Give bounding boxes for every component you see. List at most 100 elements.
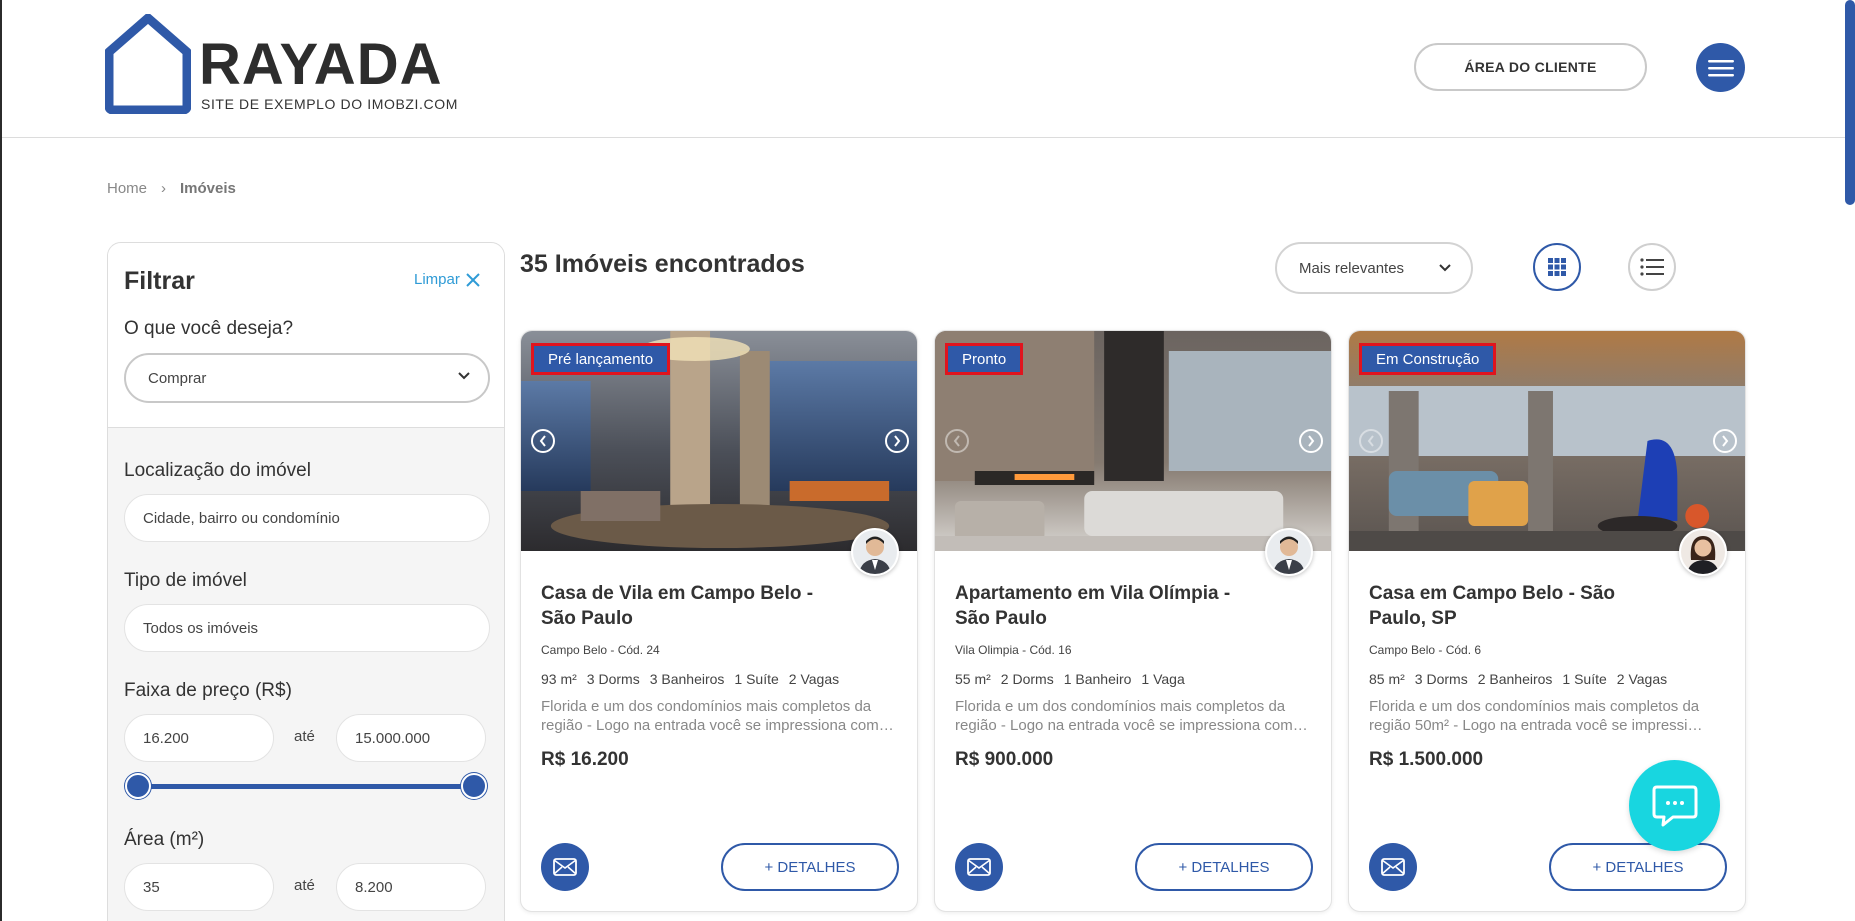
chevron-down-icon [1439, 264, 1451, 272]
price-range-label: Faixa de preço (R$) [124, 680, 292, 701]
property-feature: 2 Vagas [788, 671, 840, 687]
page: RAYADA SITE DE EXEMPLO DO IMOBZI.COM ÁRE… [0, 0, 1855, 921]
property-features: 93 m² 3 Dorms 3 Banheiros 1 Suíte 2 Vaga… [541, 671, 839, 687]
price-range-separator: até [294, 728, 315, 745]
filter-panel: Filtrar Limpar O que você deseja? Compra… [107, 242, 505, 921]
intent-select-value: Comprar [148, 369, 207, 387]
sort-select[interactable]: Mais relevantes [1275, 242, 1473, 294]
chevron-right-icon [1308, 435, 1315, 447]
property-title[interactable]: Casa de Vila em Campo Belo - São Paulo [541, 581, 841, 631]
filter-title: Filtrar [124, 267, 195, 295]
property-description: Florida e um dos condomínios mais comple… [541, 698, 894, 734]
location-label: Localização do imóvel [124, 460, 311, 481]
chat-button[interactable] [1629, 760, 1720, 851]
details-button[interactable]: + DETALHES [1135, 843, 1313, 891]
property-feature: 3 Dorms [1414, 671, 1468, 687]
property-title[interactable]: Casa em Campo Belo - São Paulo, SP [1369, 581, 1669, 631]
brand-logo[interactable]: RAYADA SITE DE EXEMPLO DO IMOBZI.COM [105, 14, 485, 114]
status-badge: Pronto [944, 343, 1024, 375]
area-range-separator: até [294, 877, 315, 894]
prev-photo-button[interactable] [531, 429, 555, 453]
property-price: R$ 1.500.000 [1369, 749, 1484, 770]
property-price: R$ 16.200 [541, 749, 629, 770]
clear-filters-button[interactable]: Limpar [414, 271, 480, 288]
prev-photo-button[interactable] [945, 429, 969, 453]
list-view-button[interactable] [1628, 243, 1676, 291]
property-feature: 2 Vagas [1616, 671, 1668, 687]
property-location-code: Vila Olimpia - Cód. 16 [955, 643, 1072, 657]
sort-select-value: Mais relevantes [1299, 259, 1405, 277]
contact-email-button[interactable] [955, 843, 1003, 891]
property-features: 55 m² 2 Dorms 1 Banheiro 1 Vaga [955, 671, 1185, 687]
property-feature: 1 Suíte [734, 671, 779, 687]
menu-button[interactable] [1696, 43, 1745, 92]
property-location-code: Campo Belo - Cód. 6 [1369, 643, 1482, 657]
property-title[interactable]: Apartamento em Vila Olímpia - São Paulo [955, 581, 1255, 631]
grid-icon [1548, 258, 1566, 276]
area-min-input[interactable]: 35 [124, 863, 274, 911]
property-card[interactable]: Pré lançamento Casa de Vila em Campo Bel… [520, 330, 918, 912]
chevron-left-icon [1367, 435, 1374, 447]
property-type-label: Tipo de imóvel [124, 570, 247, 591]
clear-filters-label: Limpar [414, 271, 460, 288]
property-description: Florida e um dos condomínios mais comple… [1369, 698, 1703, 734]
property-feature: 1 Vaga [1141, 671, 1185, 687]
breadcrumb-separator: › [161, 180, 167, 197]
client-area-button[interactable]: ÁREA DO CLIENTE [1414, 43, 1647, 91]
close-icon [466, 272, 480, 287]
house-logo-icon [105, 14, 191, 114]
breadcrumb-home[interactable]: Home [107, 180, 147, 197]
property-area: 85 m² [1369, 671, 1405, 687]
contact-email-button[interactable] [1369, 843, 1417, 891]
next-photo-button[interactable] [885, 429, 909, 453]
site-header: RAYADA SITE DE EXEMPLO DO IMOBZI.COM ÁRE… [2, 0, 1855, 138]
chevron-left-icon [953, 435, 960, 447]
agent-photo [1267, 530, 1311, 574]
property-area: 93 m² [541, 671, 577, 687]
property-card[interactable]: Pronto Apartamento em Vila Olímpia - São… [934, 330, 1332, 912]
agent-avatar[interactable] [851, 528, 899, 576]
price-slider-track [138, 784, 474, 789]
brand-tagline: SITE DE EXEMPLO DO IMOBZI.COM [201, 96, 458, 112]
property-feature: 3 Dorms [586, 671, 640, 687]
property-location-code: Campo Belo - Cód. 24 [541, 643, 660, 657]
chevron-left-icon [539, 435, 546, 447]
area-label: Área (m²) [124, 829, 205, 850]
property-price: R$ 900.000 [955, 749, 1054, 770]
agent-avatar[interactable] [1679, 528, 1727, 576]
status-badge: Pré lançamento [530, 343, 671, 375]
envelope-icon [967, 858, 991, 876]
price-min-input[interactable]: 16.200 [124, 714, 274, 762]
price-slider-max-handle[interactable] [461, 773, 487, 799]
hamburger-icon [1707, 59, 1734, 76]
list-icon [1640, 258, 1664, 276]
property-description: Florida e um dos condomínios mais comple… [955, 698, 1308, 734]
area-max-input[interactable]: 8.200 [336, 863, 486, 911]
envelope-icon [553, 858, 577, 876]
property-type-select[interactable]: Todos os imóveis [124, 604, 490, 652]
property-area: 55 m² [955, 671, 991, 687]
property-features: 85 m² 3 Dorms 2 Banheiros 1 Suíte 2 Vaga… [1369, 671, 1667, 687]
price-max-input[interactable]: 15.000.000 [336, 714, 486, 762]
breadcrumb-current: Imóveis [180, 180, 236, 197]
results-count-title: 35 Imóveis encontrados [520, 250, 805, 278]
price-slider-min-handle[interactable] [125, 773, 151, 799]
breadcrumb: Home › Imóveis [107, 180, 236, 197]
contact-email-button[interactable] [541, 843, 589, 891]
details-button[interactable]: + DETALHES [721, 843, 899, 891]
next-photo-button[interactable] [1299, 429, 1323, 453]
agent-avatar[interactable] [1265, 528, 1313, 576]
chevron-right-icon [1722, 435, 1729, 447]
chat-bubble-icon [1652, 785, 1697, 826]
details-button[interactable]: + DETALHES [1549, 843, 1727, 891]
next-photo-button[interactable] [1713, 429, 1737, 453]
location-input[interactable]: Cidade, bairro ou condomínio [124, 494, 490, 542]
intent-select[interactable]: Comprar [124, 353, 490, 403]
status-badge: Em Construção [1358, 343, 1497, 375]
page-scrollbar[interactable] [1845, 0, 1855, 205]
envelope-icon [1381, 858, 1405, 876]
chevron-right-icon [894, 435, 901, 447]
prev-photo-button[interactable] [1359, 429, 1383, 453]
property-feature: 3 Banheiros [649, 671, 725, 687]
grid-view-button[interactable] [1533, 243, 1581, 291]
